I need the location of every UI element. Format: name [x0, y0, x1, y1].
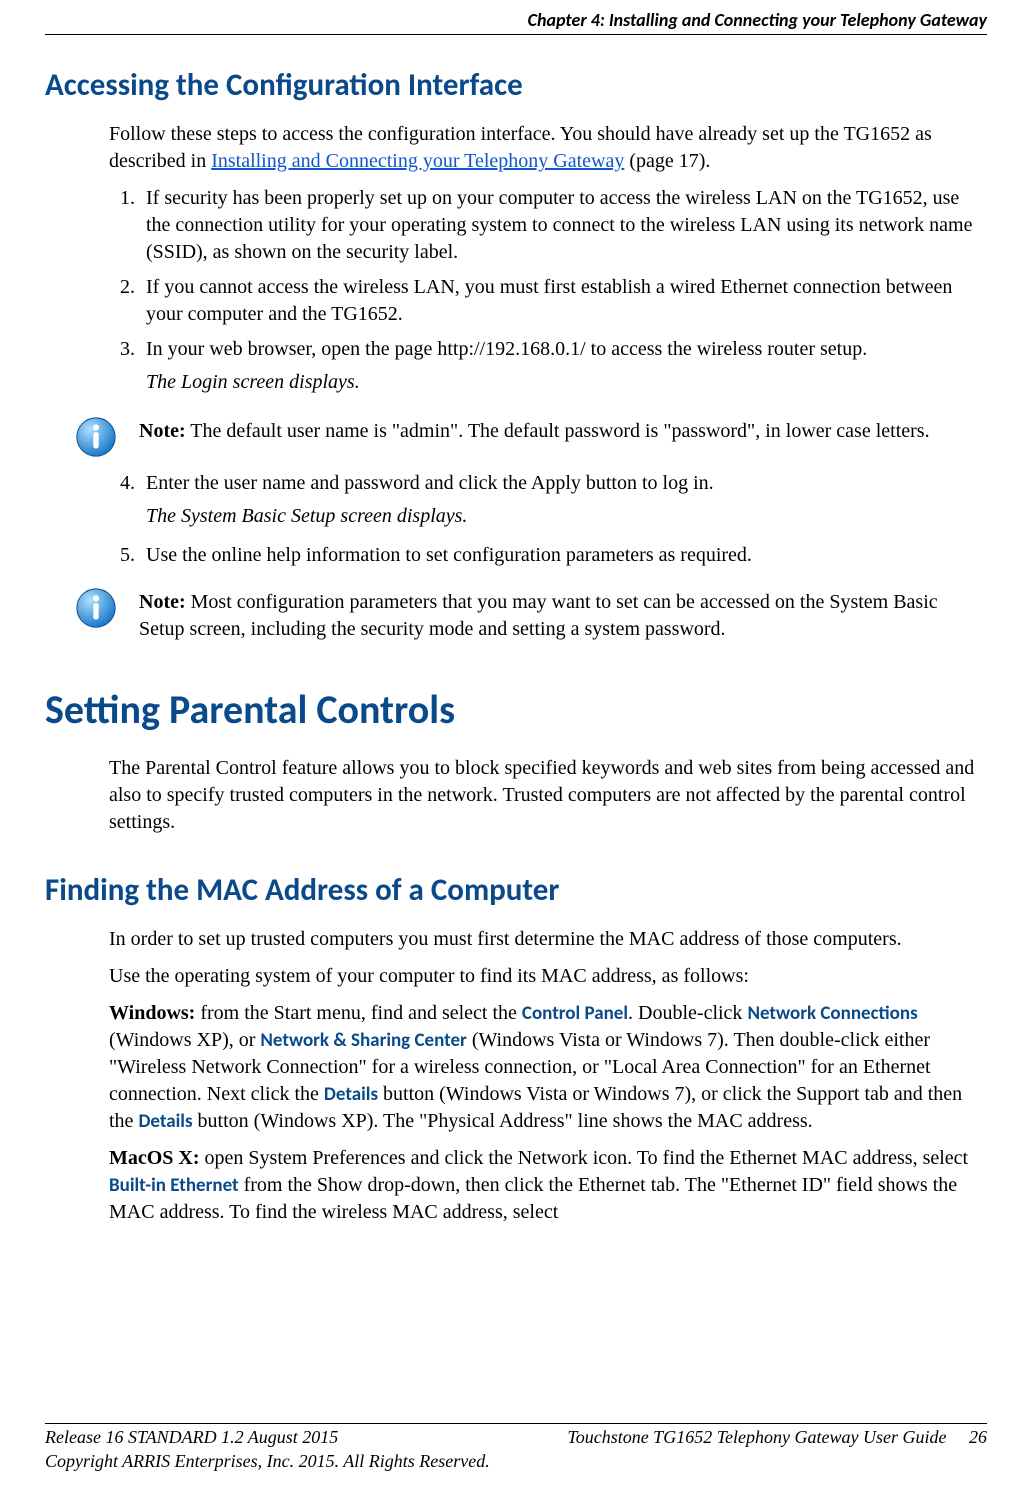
result-text: The System Basic Setup screen displays.: [146, 503, 987, 530]
footer-page-number: 26: [969, 1427, 987, 1447]
step-item: In your web browser, open the page http:…: [140, 336, 987, 396]
ui-details: Details: [138, 1110, 192, 1133]
t: (Windows XP), or: [109, 1029, 260, 1051]
t: open System Preferences and click the Ne…: [200, 1147, 969, 1169]
note-body: Most configuration parameters that you m…: [139, 591, 938, 640]
heading-parental-controls: Setting Parental Controls: [45, 683, 987, 737]
steps-list: If security has been properly set up on …: [109, 185, 987, 396]
note-label: Note:: [139, 591, 186, 613]
windows-label: Windows:: [109, 1002, 195, 1024]
ui-control-panel: Control Panel: [522, 1002, 628, 1025]
intro-paragraph: Follow these steps to access the configu…: [109, 121, 987, 175]
xref-install-connect[interactable]: Installing and Connecting your Telephony…: [211, 150, 624, 172]
ui-details: Details: [324, 1083, 378, 1106]
heading-mac-address: Finding the MAC Address of a Computer: [45, 870, 987, 912]
note-text: Note: Most configuration parameters that…: [139, 589, 987, 643]
note-text: Note: The default user name is "admin". …: [139, 418, 987, 445]
ui-network-sharing-center: Network & Sharing Center: [260, 1029, 466, 1052]
step-item: Enter the user name and password and cli…: [140, 470, 987, 530]
ui-builtin-ethernet: Built-in Ethernet: [109, 1174, 239, 1197]
step-item: If you cannot access the wireless LAN, y…: [140, 274, 987, 328]
t: from the Start menu, find and select the: [195, 1002, 522, 1024]
note-body: The default user name is "admin". The de…: [186, 420, 930, 442]
info-icon: [73, 585, 119, 631]
parental-intro: The Parental Control feature allows you …: [109, 755, 987, 836]
t: . Double-click: [628, 1002, 747, 1024]
result-text: The Login screen displays.: [146, 369, 987, 396]
step-item: Use the online help information to set c…: [140, 542, 987, 569]
steps-list-continued: Enter the user name and password and cli…: [109, 470, 987, 569]
footer-doc-title: Touchstone TG1652 Telephony Gateway User…: [567, 1427, 946, 1447]
step-text: In your web browser, open the page http:…: [146, 338, 867, 360]
mac-p1: In order to set up trusted computers you…: [109, 926, 987, 953]
ui-network-connections: Network Connections: [747, 1002, 917, 1025]
note-label: Note:: [139, 420, 186, 442]
footer-copyright: Copyright ARRIS Enterprises, Inc. 2015. …: [45, 1450, 490, 1473]
page-footer: Release 16 STANDARD 1.2 August 2015 Touc…: [45, 1423, 987, 1473]
heading-accessing-config: Accessing the Configuration Interface: [45, 65, 987, 107]
macos-paragraph: MacOS X: open System Preferences and cli…: [109, 1145, 987, 1226]
mac-p2: Use the operating system of your compute…: [109, 963, 987, 990]
windows-paragraph: Windows: from the Start menu, find and s…: [109, 1000, 987, 1135]
step-text: Enter the user name and password and cli…: [146, 472, 714, 494]
intro-text-post: (page 17).: [624, 150, 710, 172]
running-header: Chapter 4: Installing and Connecting you…: [45, 0, 987, 35]
step-item: If security has been properly set up on …: [140, 185, 987, 266]
t: button (Windows XP). The "Physical Addre…: [193, 1110, 813, 1132]
footer-release: Release 16 STANDARD 1.2 August 2015: [45, 1426, 338, 1449]
macos-label: MacOS X:: [109, 1147, 200, 1169]
info-icon: [73, 414, 119, 460]
note-block: Note: Most configuration parameters that…: [73, 579, 987, 643]
note-block: Note: The default user name is "admin". …: [73, 408, 987, 460]
